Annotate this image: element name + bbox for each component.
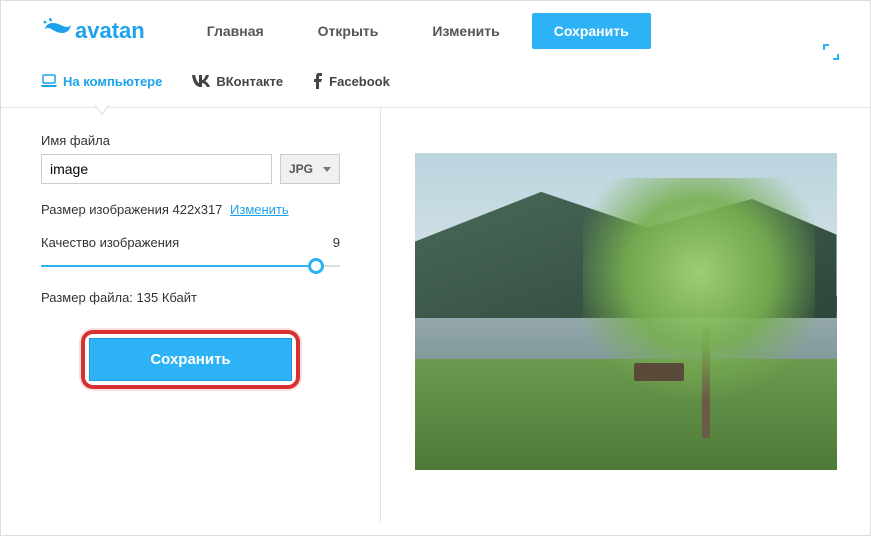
tab-computer[interactable]: На компьютере: [41, 70, 162, 93]
filesize-label: Размер файла: 135 Кбайт: [41, 290, 340, 305]
nav-edit[interactable]: Изменить: [410, 13, 521, 49]
nav-open[interactable]: Открыть: [296, 13, 401, 49]
save-button[interactable]: Сохранить: [89, 338, 291, 381]
whale-icon: [41, 18, 71, 44]
tab-vk[interactable]: ВКонтакте: [192, 70, 283, 93]
tab-computer-label: На компьютере: [63, 74, 162, 89]
laptop-icon: [41, 74, 57, 88]
format-value: JPG: [289, 162, 313, 176]
quality-value: 9: [333, 235, 340, 250]
tab-fb-label: Facebook: [329, 74, 390, 89]
filename-input[interactable]: [41, 154, 272, 184]
save-highlight: Сохранить: [81, 330, 299, 389]
chevron-down-icon: [323, 167, 331, 172]
change-size-link[interactable]: Изменить: [230, 202, 289, 217]
facebook-icon: [313, 73, 323, 89]
vk-icon: [192, 75, 210, 87]
tab-facebook[interactable]: Facebook: [313, 69, 390, 93]
quality-slider[interactable]: [41, 256, 340, 276]
slider-thumb[interactable]: [308, 258, 324, 274]
nav-save[interactable]: Сохранить: [532, 13, 651, 49]
fullscreen-icon[interactable]: [822, 43, 840, 64]
logo-text: avatan: [75, 18, 145, 44]
image-size-label: Размер изображения 422x317: [41, 202, 222, 217]
nav-home[interactable]: Главная: [185, 13, 286, 49]
logo[interactable]: avatan: [41, 18, 145, 44]
slider-fill: [41, 265, 316, 267]
filename-label: Имя файла: [41, 133, 340, 148]
format-select[interactable]: JPG: [280, 154, 340, 184]
tab-vk-label: ВКонтакте: [216, 74, 283, 89]
image-preview: [415, 153, 837, 470]
quality-label: Качество изображения: [41, 235, 179, 250]
